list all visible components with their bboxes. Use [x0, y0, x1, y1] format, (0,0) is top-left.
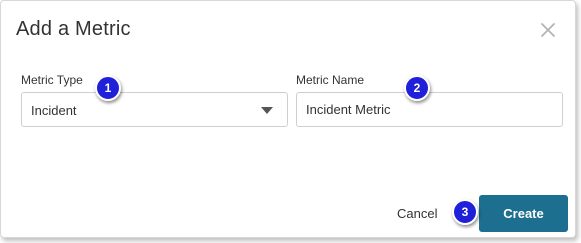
metric-type-label: Metric Type: [21, 73, 83, 87]
chevron-down-icon: [261, 107, 273, 114]
metric-name-input[interactable]: [296, 92, 563, 127]
close-icon[interactable]: [538, 20, 558, 40]
step-callout-1: 1: [95, 75, 121, 101]
metric-name-label: Metric Name: [296, 73, 365, 87]
add-metric-dialog: Add a Metric Metric Type Incident Metric…: [0, 0, 576, 238]
dialog-title: Add a Metric: [16, 18, 131, 40]
metric-type-value: Incident: [31, 103, 77, 118]
metric-type-select[interactable]: Incident: [21, 92, 288, 127]
create-button[interactable]: Create: [479, 195, 568, 232]
step-callout-3: 3: [452, 199, 478, 225]
step-callout-2: 2: [404, 75, 430, 101]
cancel-button[interactable]: Cancel: [397, 206, 437, 221]
